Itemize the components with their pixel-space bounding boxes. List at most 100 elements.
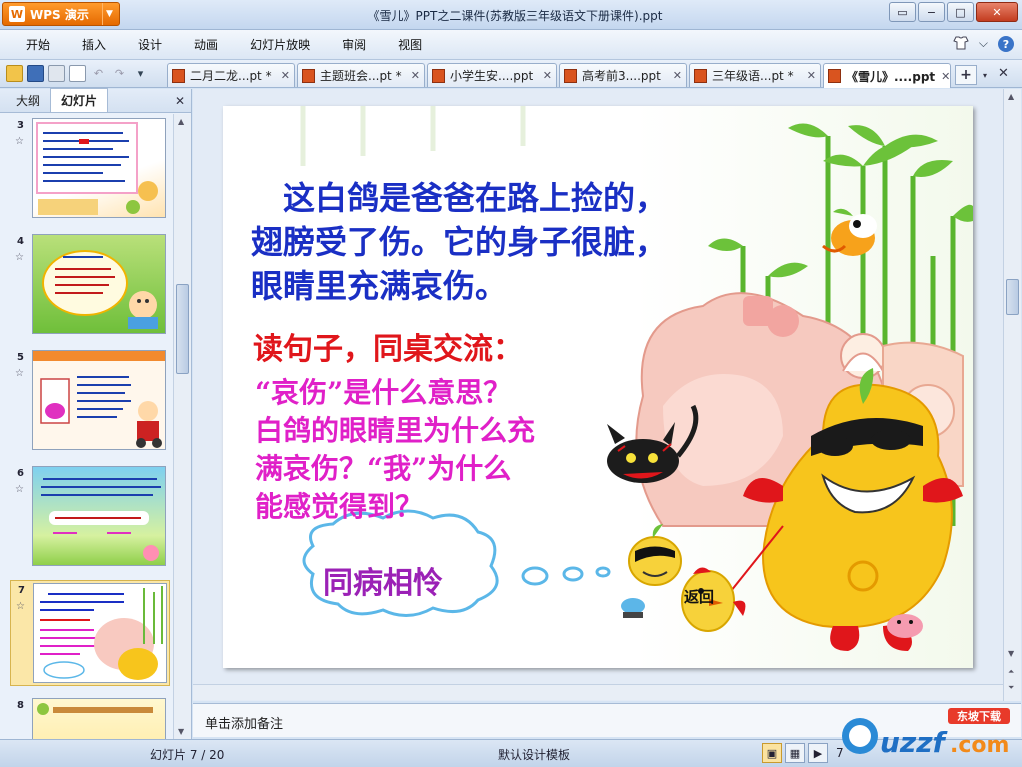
doc-tab-label: 《雪儿》....ppt bbox=[846, 69, 936, 84]
tab-close-icon[interactable]: ✕ bbox=[667, 69, 682, 82]
slide-number: 5 bbox=[17, 352, 24, 363]
svg-text:uzzf: uzzf bbox=[880, 726, 949, 759]
doc-tab-4[interactable]: 高考前3....ppt ✕ bbox=[559, 63, 687, 87]
slide-number: 8 bbox=[17, 700, 24, 711]
preview-icon[interactable] bbox=[69, 65, 86, 82]
question-line-2: 白鸽的眼睛里为什么充 bbox=[255, 414, 536, 447]
redo-icon[interactable]: ↷ bbox=[111, 65, 128, 82]
slide-thumbnail-5[interactable]: 5 ☆ bbox=[10, 348, 170, 454]
slide-main-text[interactable]: 这白鸽是爸爸在路上捡的， 翅膀受了伤。它的身子很脏， 眼睛里充满哀伤。 bbox=[251, 176, 667, 308]
window-title: 《雪儿》PPT之二课件(苏教版三年级语文下册课件).ppt bbox=[367, 9, 663, 23]
scroll-up-icon[interactable]: ▲ bbox=[178, 117, 184, 126]
tab-close-icon[interactable]: ✕ bbox=[537, 69, 552, 82]
slide-thumbnail-4[interactable]: 4 ☆ bbox=[10, 232, 170, 338]
editor-horizontal-scrollbar[interactable] bbox=[193, 684, 1003, 700]
scrollbar-thumb[interactable] bbox=[176, 284, 189, 374]
slide-thumbnail-3[interactable]: 3 ☆ bbox=[10, 116, 170, 222]
slide-editor: 这白鸽是爸爸在路上捡的， 翅膀受了伤。它的身子很脏， 眼睛里充满哀伤。 读句子，… bbox=[193, 89, 1003, 701]
main-text-line-1: 这白鸽是爸爸在路上捡的， bbox=[251, 179, 668, 217]
skin-chevron-icon[interactable]: ⌵ bbox=[979, 36, 988, 53]
slide-instruction[interactable]: 读句子，同桌交流： bbox=[253, 324, 523, 368]
ppt-file-icon bbox=[828, 69, 841, 83]
app-name: WPS 演示 bbox=[30, 7, 89, 22]
slide-number: 6 bbox=[17, 468, 24, 479]
window-controls: ▭ − □ ✕ bbox=[889, 2, 1018, 22]
tab-close-icon[interactable]: ✕ bbox=[405, 69, 420, 82]
slideshow-icon[interactable]: ▶ bbox=[808, 743, 828, 763]
menu-bar: 开始 插入 设计 动画 幻灯片放映 审阅 视图 ⌵ ? bbox=[0, 30, 1022, 60]
doc-tab-1[interactable]: 二月二龙...pt * ✕ bbox=[167, 63, 295, 87]
menu-design[interactable]: 设计 bbox=[122, 36, 178, 53]
tab-close-icon[interactable]: ✕ bbox=[935, 70, 950, 83]
previous-slide-icon[interactable]: ⏶ bbox=[1008, 667, 1014, 677]
menu-view[interactable]: 视图 bbox=[382, 36, 438, 53]
cloud-answer-label[interactable]: 同病相怜 bbox=[323, 558, 443, 602]
ppt-file-icon bbox=[694, 68, 707, 83]
save-icon[interactable] bbox=[27, 65, 44, 82]
new-tab-button[interactable]: + bbox=[955, 65, 977, 85]
uzzf-watermark-logo: 东坡下载 uzzf .com bbox=[842, 708, 1010, 759]
doc-tab-5[interactable]: 三年级语...pt * ✕ bbox=[689, 63, 821, 87]
slide-thumbnail-6[interactable]: 6 ☆ bbox=[10, 464, 170, 570]
view-switcher: ▣ ▦ ▶ bbox=[762, 743, 828, 763]
return-button[interactable]: 返回 bbox=[684, 586, 714, 607]
ppt-file-icon bbox=[564, 68, 577, 83]
customize-toolbar-icon[interactable]: ▾ bbox=[132, 65, 149, 82]
tab-slides[interactable]: 幻灯片 bbox=[50, 88, 109, 112]
app-menu-chevron-icon[interactable]: ▼ bbox=[102, 3, 116, 25]
restore-panel-button[interactable]: ▭ bbox=[889, 2, 916, 22]
question-line-3: 满哀伤？“我”为什么 bbox=[255, 452, 512, 485]
wps-app-menu-button[interactable]: W WPS 演示 ▼ bbox=[2, 2, 120, 26]
main-text-line-2: 翅膀受了伤。它的身子很脏， bbox=[251, 223, 668, 261]
tab-close-icon[interactable]: ✕ bbox=[801, 69, 816, 82]
scroll-down-icon[interactable]: ▼ bbox=[1008, 649, 1014, 658]
tab-outline[interactable]: 大纲 bbox=[6, 89, 50, 112]
menu-animation[interactable]: 动画 bbox=[178, 36, 234, 53]
tab-list-chevron-icon[interactable]: ▾ bbox=[979, 65, 991, 85]
scroll-down-icon[interactable]: ▼ bbox=[178, 727, 184, 736]
doc-tab-label: 高考前3....ppt bbox=[582, 69, 661, 83]
wps-logo-icon: W bbox=[9, 6, 25, 22]
slide-thumbnail-7[interactable]: 7 ☆ bbox=[10, 580, 170, 686]
minimize-button[interactable]: − bbox=[918, 2, 945, 22]
close-window-button[interactable]: ✕ bbox=[976, 2, 1018, 22]
slides-panel: 大纲 幻灯片 ✕ 3 ☆ 4 ☆ 5 ☆ 6 ☆ 7 ☆ 8 ▲ ▼ bbox=[0, 88, 192, 739]
print-icon[interactable] bbox=[48, 65, 65, 82]
close-panel-icon[interactable]: ✕ bbox=[175, 94, 185, 108]
tab-close-icon[interactable]: ✕ bbox=[275, 69, 290, 82]
open-icon[interactable] bbox=[6, 65, 23, 82]
menu-review[interactable]: 审阅 bbox=[326, 36, 382, 53]
doc-tab-active[interactable]: 《雪儿》....ppt ✕ bbox=[823, 63, 951, 88]
scroll-up-icon[interactable]: ▲ bbox=[1008, 92, 1014, 101]
thumbnail-image bbox=[32, 350, 166, 450]
help-icon[interactable]: ? bbox=[998, 36, 1014, 52]
doc-tab-2[interactable]: 主题班会...pt * ✕ bbox=[297, 63, 425, 87]
menu-home[interactable]: 开始 bbox=[10, 36, 66, 53]
slide-questions[interactable]: “哀伤”是什么意思？ 白鸽的眼睛里为什么充 满哀伤？“我”为什么 能感觉得到？ bbox=[255, 374, 535, 526]
skin-icon[interactable] bbox=[953, 36, 969, 53]
close-document-icon[interactable]: ✕ bbox=[998, 66, 1009, 81]
menu-insert[interactable]: 插入 bbox=[66, 36, 122, 53]
thumbnail-image bbox=[32, 466, 166, 566]
normal-view-icon[interactable]: ▣ bbox=[762, 743, 782, 763]
undo-icon[interactable]: ↶ bbox=[90, 65, 107, 82]
menu-right-tools: ⌵ ? bbox=[953, 36, 1014, 53]
current-slide[interactable]: 这白鸽是爸爸在路上捡的， 翅膀受了伤。它的身子很脏， 眼睛里充满哀伤。 读句子，… bbox=[223, 106, 973, 668]
scrollbar-thumb[interactable] bbox=[1006, 279, 1019, 315]
doc-tab-label: 主题班会...pt * bbox=[320, 69, 402, 83]
question-line-4: 能感觉得到？ bbox=[255, 490, 424, 523]
doc-tab-3[interactable]: 小学生安....ppt ✕ bbox=[427, 63, 557, 87]
thumbnail-image bbox=[33, 583, 167, 683]
design-template-name[interactable]: 默认设计模板 bbox=[498, 746, 570, 763]
editor-vertical-scrollbar[interactable]: ▲ ▼ ⏶ ⏷ bbox=[1003, 89, 1021, 701]
maximize-button[interactable]: □ bbox=[947, 2, 974, 22]
svg-text:东坡下载: 东坡下载 bbox=[957, 709, 1001, 723]
thumbnails-scrollbar[interactable]: ▲ ▼ bbox=[173, 114, 191, 739]
slide-number: 7 bbox=[18, 585, 25, 596]
slide-indicator: 幻灯片 7 / 20 bbox=[150, 748, 225, 762]
next-slide-icon[interactable]: ⏷ bbox=[1008, 683, 1014, 693]
slide-thumbnail-8[interactable]: 8 bbox=[10, 696, 170, 739]
slide-sorter-icon[interactable]: ▦ bbox=[785, 743, 805, 763]
thumbnail-image bbox=[32, 118, 166, 218]
menu-slideshow[interactable]: 幻灯片放映 bbox=[234, 36, 326, 53]
